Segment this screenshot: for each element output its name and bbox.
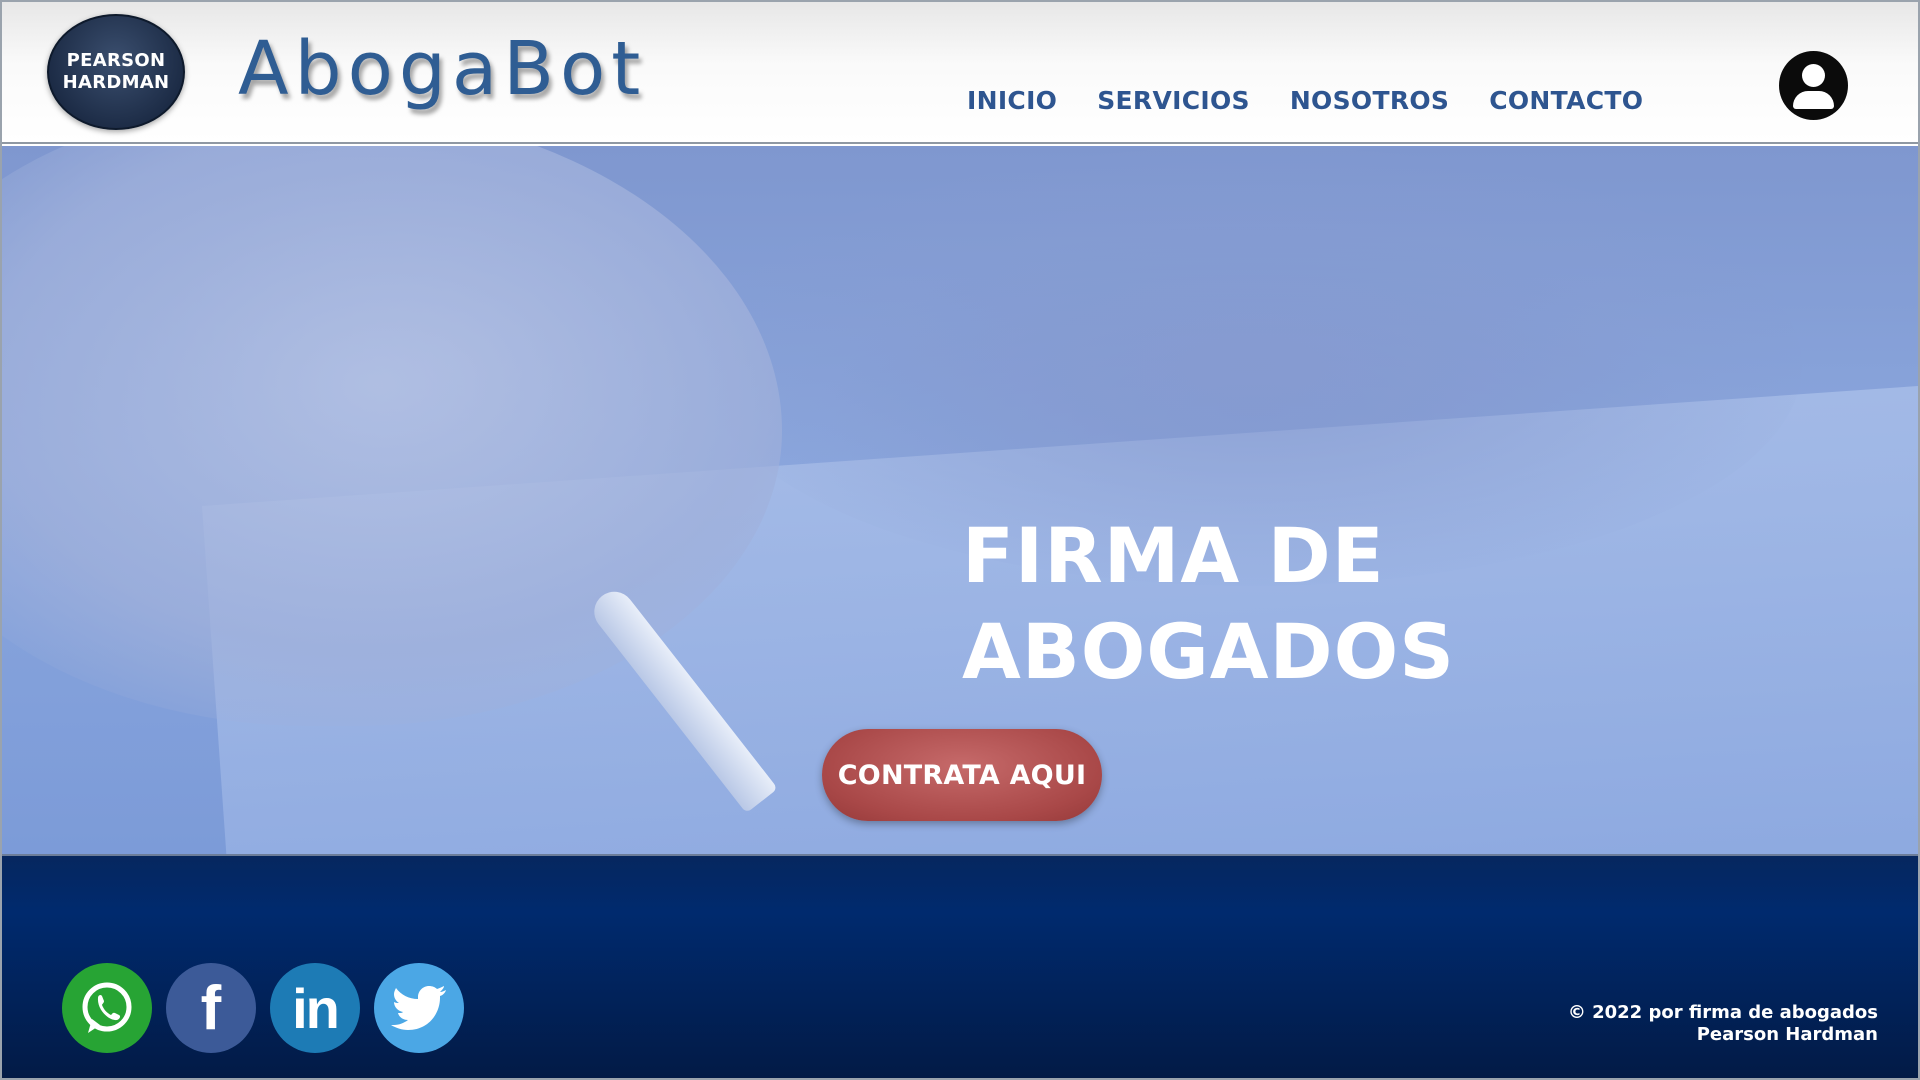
copyright-text: © 2022 por firma de abogados Pearson Har… [1568, 1002, 1878, 1046]
user-account-icon[interactable] [1779, 51, 1848, 120]
page: PEARSON HARDMAN AbogaBot INICIO SERVICIO… [0, 0, 1920, 1080]
linkedin-icon[interactable]: in [270, 963, 360, 1053]
site-header: PEARSON HARDMAN AbogaBot INICIO SERVICIO… [2, 2, 1918, 144]
nav-nosotros[interactable]: NOSOTROS [1290, 86, 1449, 115]
site-footer: f in © 2022 por firma de abogados Pearso… [2, 854, 1918, 1078]
hero-title-line-2: ABOGADOS [962, 607, 1455, 696]
twitter-icon[interactable] [374, 963, 464, 1053]
hero-title-line-1: FIRMA DE [962, 511, 1385, 600]
logo-line-1: PEARSON [66, 50, 166, 71]
facebook-icon[interactable]: f [166, 963, 256, 1053]
main-nav: INICIO SERVICIOS NOSOTROS CONTACTO [967, 86, 1643, 115]
hero-banner: FIRMA DE ABOGADOS CONTRATA AQUI [2, 146, 1918, 854]
user-shoulders-shape [1793, 91, 1834, 109]
nav-contacto[interactable]: CONTACTO [1489, 86, 1643, 115]
hero-title: FIRMA DE ABOGADOS [962, 508, 1455, 700]
whatsapp-icon[interactable] [62, 963, 152, 1053]
copyright-line-2: Pearson Hardman [1696, 1024, 1878, 1045]
pearson-hardman-logo[interactable]: PEARSON HARDMAN [47, 14, 185, 130]
logo-line-2: HARDMAN [62, 72, 170, 93]
user-head-shape [1802, 64, 1825, 87]
contratar-button[interactable]: CONTRATA AQUI [822, 729, 1102, 821]
nav-servicios[interactable]: SERVICIOS [1097, 86, 1250, 115]
nav-inicio[interactable]: INICIO [967, 86, 1057, 115]
twitter-bird-glyph [391, 986, 446, 1030]
brand-title: AbogaBot [238, 26, 647, 112]
social-links: f in [62, 963, 464, 1053]
copyright-line-1: © 2022 por firma de abogados [1567, 1002, 1878, 1023]
whatsapp-glyph [82, 982, 132, 1033]
